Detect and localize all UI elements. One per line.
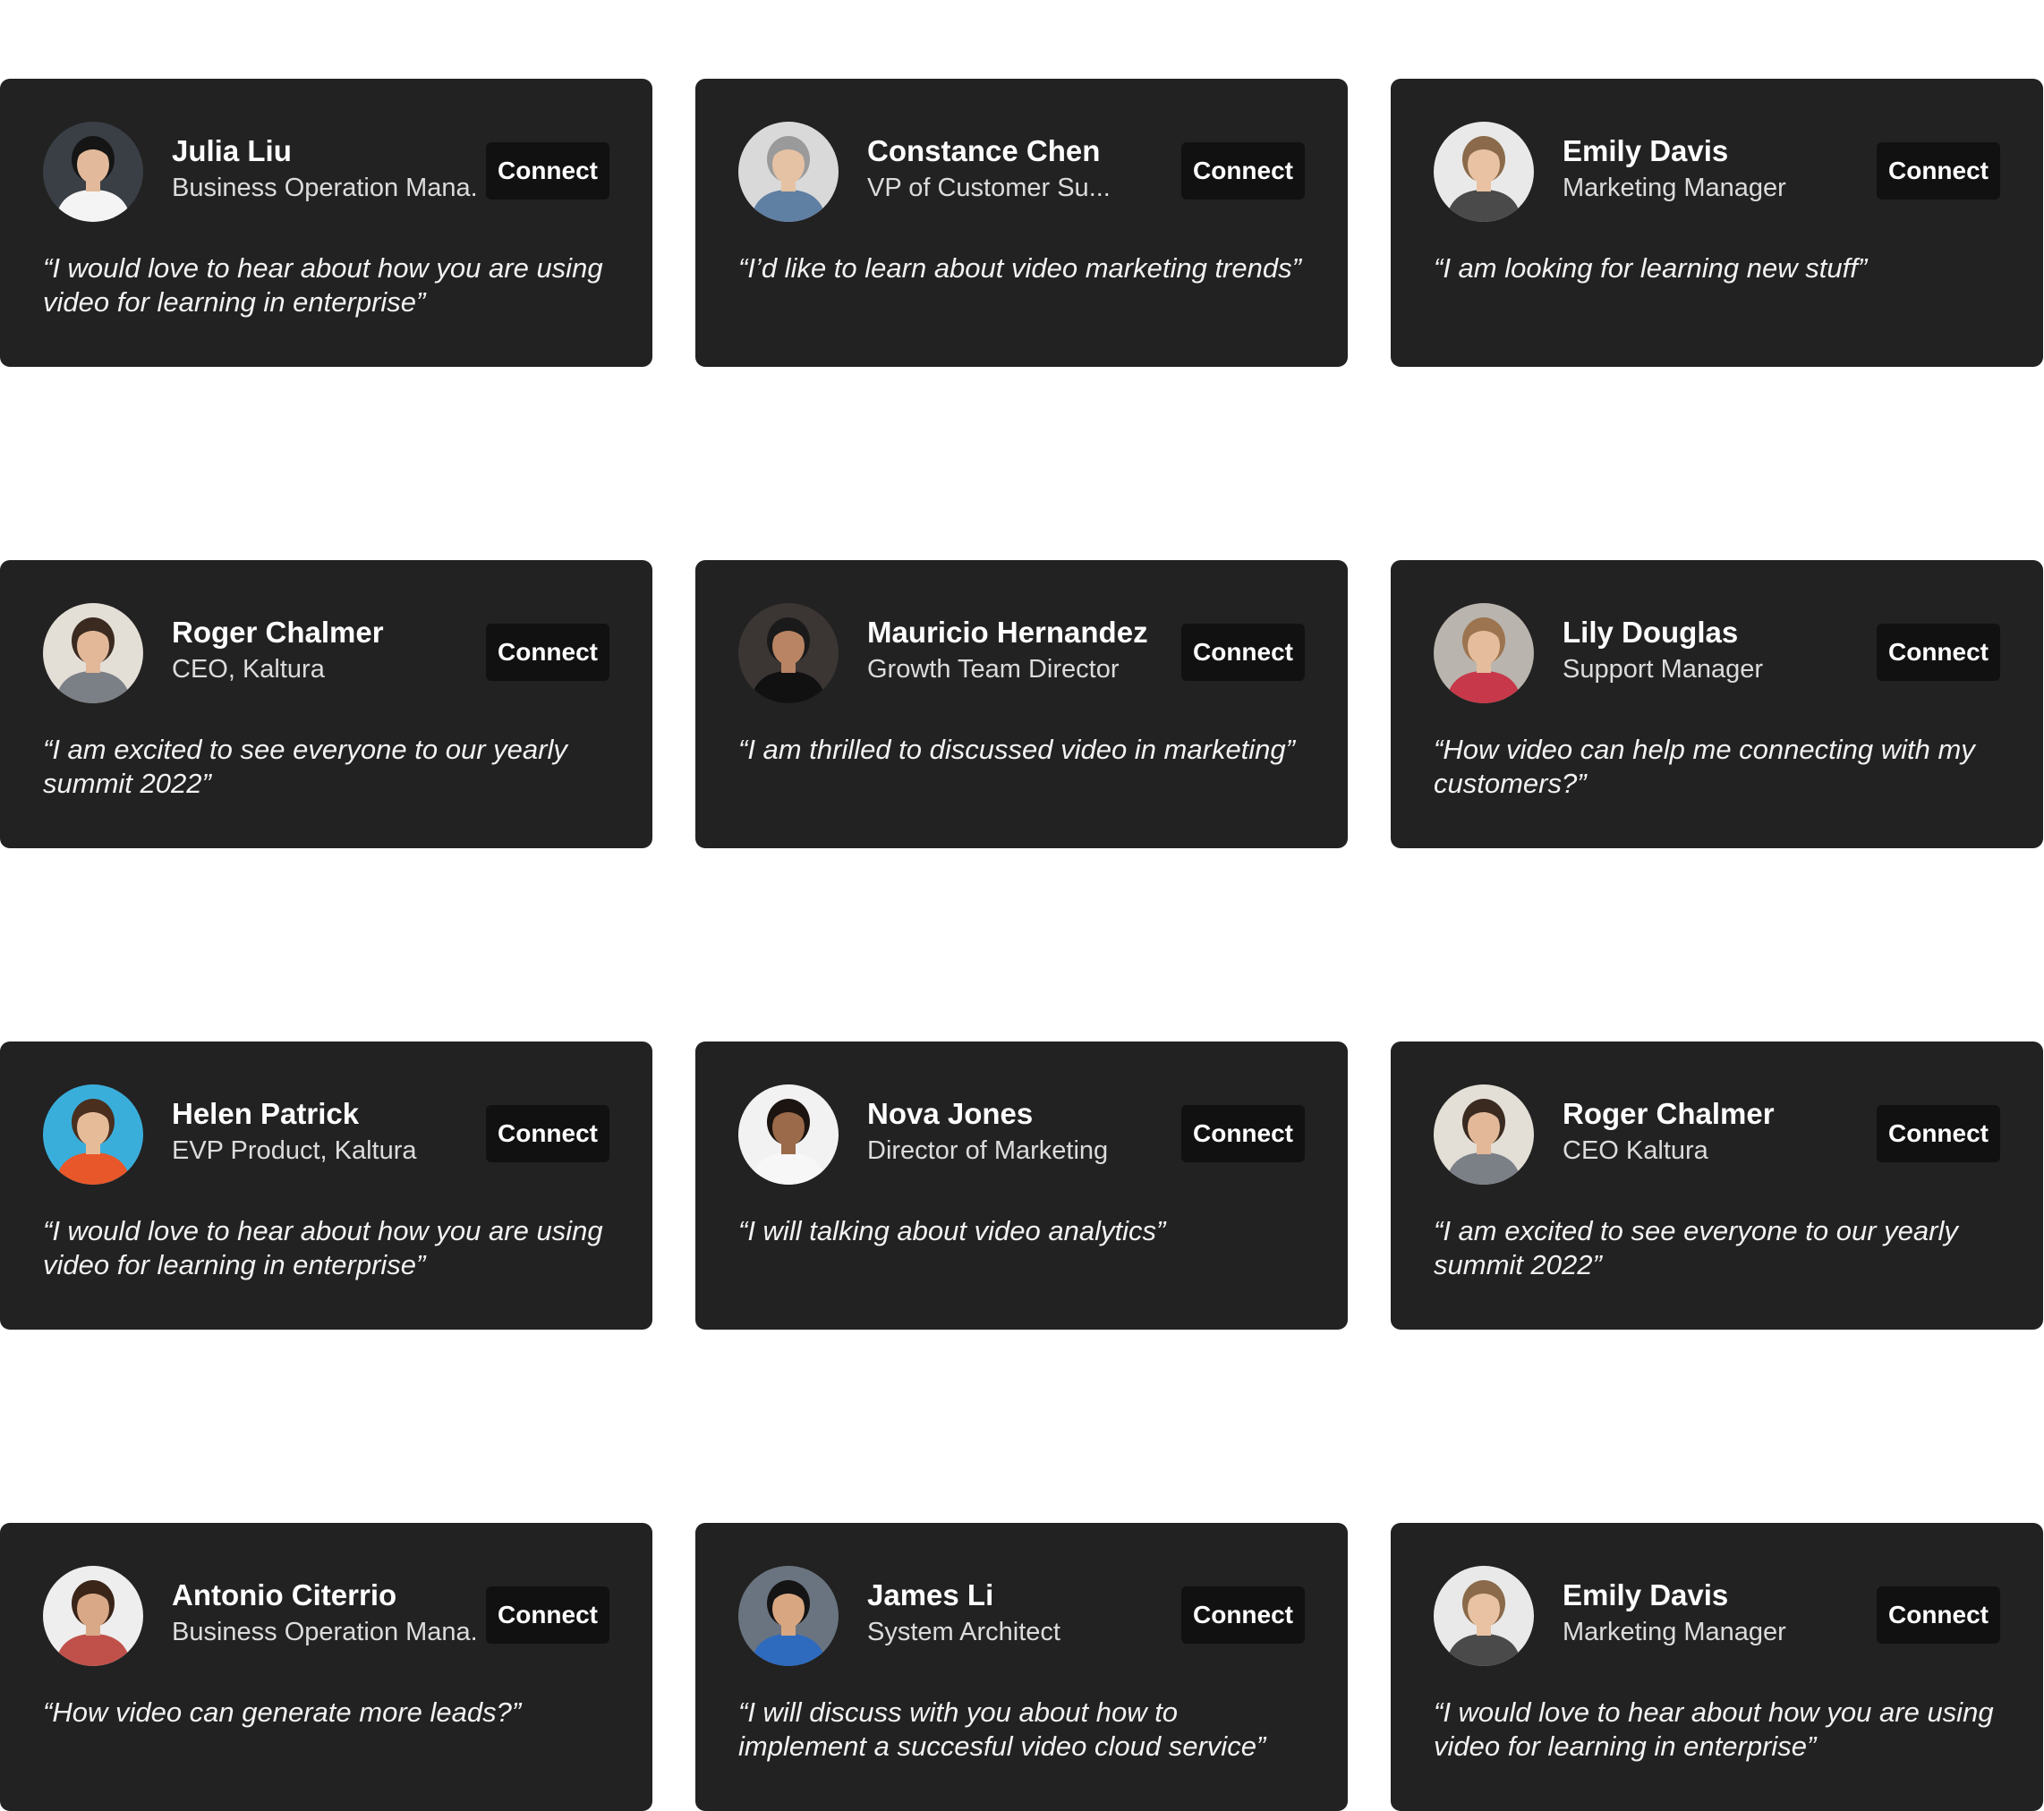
attendee-name: Helen Patrick <box>172 1097 360 1130</box>
attendee-role: CEO, Kaltura <box>172 657 325 683</box>
avatar <box>43 1566 143 1666</box>
attendee-name: Roger Chalmer <box>1563 1097 1775 1130</box>
connect-button[interactable]: Connect <box>486 1586 609 1644</box>
attendee-quote: “I would love to hear about how you are … <box>1434 1696 1994 1762</box>
connect-button[interactable]: Connect <box>1877 142 2000 200</box>
avatar <box>1434 122 1534 222</box>
attendee-card: Roger Chalmer CEO, Kaltura Connect “I am… <box>0 560 652 848</box>
attendee-name: Lily Douglas <box>1563 616 1739 649</box>
attendee-role: Marketing Manager <box>1563 175 1786 201</box>
attendee-role: EVP Product, Kaltura <box>172 1138 417 1164</box>
attendee-card: Emily Davis Marketing Manager Connect “I… <box>1391 79 2043 367</box>
attendee-name: Antonio Citerrio <box>172 1578 397 1611</box>
connect-button[interactable]: Connect <box>1181 1586 1305 1644</box>
connect-button[interactable]: Connect <box>1181 1105 1305 1162</box>
avatar <box>1434 1566 1534 1666</box>
attendee-quote: “How video can help me connecting with m… <box>1434 734 1975 799</box>
attendee-grid: Julia Liu Business Operation Mana... Con… <box>0 0 2044 1811</box>
attendee-quote: “I will talking about video analytics” <box>738 1215 1166 1246</box>
attendee-card: James Li System Architect Connect “I wil… <box>695 1523 1348 1811</box>
attendee-role: Director of Marketing <box>867 1138 1109 1164</box>
connect-button[interactable]: Connect <box>486 1105 609 1162</box>
avatar <box>1434 1084 1534 1185</box>
connect-button[interactable]: Connect <box>1877 1586 2000 1644</box>
avatar <box>738 1084 839 1185</box>
attendee-name: Nova Jones <box>867 1097 1034 1130</box>
attendee-name: Constance Chen <box>867 134 1101 167</box>
attendee-role: Marketing Manager <box>1563 1620 1786 1645</box>
attendee-quote: “I would love to hear about how you are … <box>43 1215 603 1280</box>
attendee-name: Emily Davis <box>1563 134 1729 167</box>
avatar <box>738 1566 839 1666</box>
connect-button[interactable]: Connect <box>1877 624 2000 681</box>
attendee-card: Constance Chen VP of Customer Su... Conn… <box>695 79 1348 367</box>
attendee-quote: “I will discuss with you about how to im… <box>738 1696 1266 1762</box>
attendee-card: Roger Chalmer CEO Kaltura Connect “I am … <box>1391 1042 2043 1330</box>
attendee-card: Nova Jones Director of Marketing Connect… <box>695 1042 1348 1330</box>
attendee-quote: “I’d like to learn about video marketing… <box>738 252 1301 284</box>
attendee-name: Julia Liu <box>172 134 292 167</box>
attendee-quote: “How video can generate more leads?” <box>43 1696 522 1728</box>
avatar <box>738 122 839 222</box>
attendee-quote: “I am excited to see everyone to our yea… <box>43 734 567 799</box>
connect-button[interactable]: Connect <box>1181 624 1305 681</box>
attendee-quote: “I am excited to see everyone to our yea… <box>1434 1215 1958 1280</box>
avatar <box>738 603 839 703</box>
avatar <box>1434 603 1534 703</box>
connect-button[interactable]: Connect <box>486 624 609 681</box>
avatar <box>43 603 143 703</box>
avatar <box>43 122 143 222</box>
attendee-name: Emily Davis <box>1563 1578 1729 1611</box>
attendee-card: Antonio Citerrio Business Operation Mana… <box>0 1523 652 1811</box>
attendee-role: Business Operation Mana... <box>172 175 476 201</box>
attendee-card: Mauricio Hernandez Growth Team Director … <box>695 560 1348 848</box>
connect-button[interactable]: Connect <box>1181 142 1305 200</box>
attendee-role: VP of Customer Su... <box>867 175 1111 201</box>
attendee-quote: “I am thrilled to discussed video in mar… <box>738 734 1295 765</box>
attendee-card: Lily Douglas Support Manager Connect “Ho… <box>1391 560 2043 848</box>
connect-button[interactable]: Connect <box>486 142 609 200</box>
attendee-quote: “I am looking for learning new stuff” <box>1434 252 1868 284</box>
attendee-quote: “I would love to hear about how you are … <box>43 252 603 318</box>
attendee-role: Growth Team Director <box>867 657 1120 683</box>
attendee-name: Mauricio Hernandez <box>867 616 1148 649</box>
attendee-card: Helen Patrick EVP Product, Kaltura Conne… <box>0 1042 652 1330</box>
attendee-role: CEO Kaltura <box>1563 1138 1708 1164</box>
attendee-name: Roger Chalmer <box>172 616 384 649</box>
attendee-role: Business Operation Mana... <box>172 1620 476 1645</box>
attendee-name: James Li <box>867 1578 994 1611</box>
attendee-card: Julia Liu Business Operation Mana... Con… <box>0 79 652 367</box>
attendee-role: System Architect <box>867 1620 1060 1645</box>
attendee-role: Support Manager <box>1563 657 1764 683</box>
connect-button[interactable]: Connect <box>1877 1105 2000 1162</box>
attendee-card: Emily Davis Marketing Manager Connect “I… <box>1391 1523 2043 1811</box>
avatar <box>43 1084 143 1185</box>
